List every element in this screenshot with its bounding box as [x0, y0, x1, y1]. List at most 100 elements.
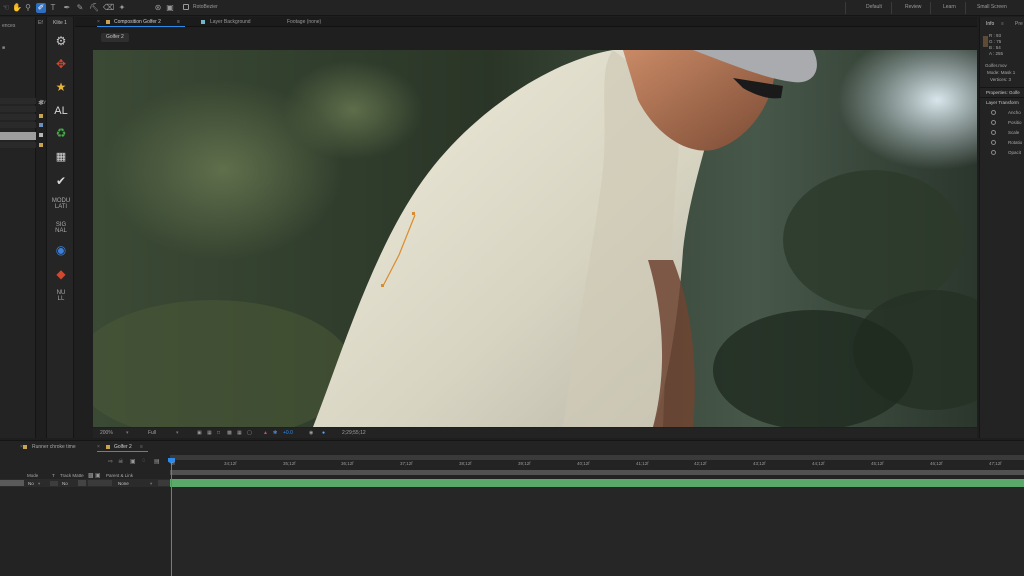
shy-icon[interactable]: ☠ [118, 458, 123, 465]
prop-opacity[interactable]: Opacit [1008, 150, 1021, 155]
mask-visibility-icon[interactable]: □ [217, 430, 220, 436]
view-options-icon[interactable]: ▢ [247, 430, 252, 436]
composition-viewer[interactable] [93, 50, 977, 427]
motion-blur-icon[interactable]: ◌ [142, 458, 146, 464]
workspace-small-screen[interactable]: Small Screen [977, 4, 1007, 10]
tab-footage[interactable]: Footage (none) [287, 19, 321, 25]
target-icon[interactable]: ◆ [47, 268, 75, 280]
chevron-down-icon[interactable]: ▾ [126, 430, 129, 436]
layer-duration-bar[interactable] [170, 479, 1024, 487]
work-area-bar[interactable] [170, 455, 1024, 460]
parent-dropdown[interactable]: None [118, 481, 129, 486]
frame-blend-icon[interactable]: ▣ [130, 458, 136, 465]
project-row[interactable] [0, 142, 36, 148]
matte-selector[interactable] [78, 480, 86, 486]
tab-preview[interactable]: Pre [1015, 21, 1023, 27]
exposure-reset-icon[interactable]: ✻ [273, 430, 277, 436]
globe-icon[interactable]: ◉ [47, 244, 75, 256]
guides-icon[interactable]: ▩ [227, 430, 232, 436]
recycle-icon[interactable]: ♻ [47, 127, 75, 139]
roto-brush-tool-icon[interactable]: ✐ [36, 3, 46, 13]
layer-name-field[interactable] [0, 480, 24, 486]
expand-arrows-icon[interactable]: ✥ [47, 58, 75, 70]
info-blue: B : 54 [989, 45, 1001, 50]
project-row[interactable] [0, 122, 36, 128]
project-item[interactable]: ■ [2, 45, 5, 51]
resolution-dropdown[interactable]: Full [148, 430, 156, 436]
graph-editor-icon[interactable]: ▤ [154, 458, 160, 465]
null-button[interactable]: NU LL [47, 290, 75, 302]
chevron-down-icon[interactable]: ▾ [176, 430, 179, 436]
prop-anchor[interactable]: Ancho [1008, 110, 1021, 115]
brush-tool-icon[interactable]: ✎ [75, 3, 85, 13]
puppet-tool-icon[interactable]: ✦ [117, 3, 127, 13]
parent-pickwhip[interactable] [88, 480, 112, 486]
tool-option-icon[interactable]: ⊛ [153, 3, 163, 13]
camera-icon[interactable]: ▦ [47, 151, 75, 163]
transparency-grid-icon[interactable]: ▦ [207, 430, 212, 436]
hand-tool-icon[interactable]: ✋ [12, 3, 22, 13]
stopwatch-icon[interactable] [991, 140, 996, 145]
signal-button[interactable]: SIG NAL [47, 222, 75, 234]
layer-mode-dropdown[interactable]: No [28, 481, 34, 486]
stopwatch-icon[interactable] [991, 120, 996, 125]
align-button[interactable]: AL [47, 105, 75, 117]
eraser-tool-icon[interactable]: ⌫ [103, 3, 114, 13]
grid-icon[interactable]: ▦ [237, 430, 242, 436]
preserve-transparency-toggle[interactable] [50, 481, 58, 486]
prop-rotation[interactable]: Rotatio [1008, 140, 1022, 145]
comp-switches-icon[interactable]: ⇨ [108, 458, 113, 465]
rotobezier-checkbox[interactable] [183, 4, 189, 10]
lightbulb-icon[interactable]: ★ [47, 81, 75, 93]
checkmark-icon[interactable]: ✔ [47, 175, 75, 187]
stopwatch-icon[interactable] [991, 110, 996, 115]
gear-icon[interactable]: ⚙ [47, 35, 75, 47]
clone-stamp-tool-icon[interactable]: ⛏ [89, 3, 99, 13]
tab-info[interactable]: Info [986, 21, 994, 27]
track-matte-dropdown[interactable]: No [62, 481, 68, 486]
render-queue-hint[interactable]: Runner chroke time [32, 444, 76, 450]
modulation-label-line2: LATI [54, 204, 68, 210]
snapshot-camera-icon[interactable]: ◉ [309, 430, 313, 436]
layer-options[interactable] [158, 480, 170, 486]
klite-tab[interactable]: Klite 1 [53, 20, 67, 26]
prop-scale[interactable]: Scale [1008, 130, 1019, 135]
tab-menu-icon[interactable]: ≡ [140, 444, 143, 450]
chevron-down-icon[interactable]: ▾ [150, 481, 152, 487]
tool-option2-icon[interactable]: ▣ [165, 3, 175, 13]
signal-label-line2: NAL [55, 228, 67, 234]
time-navigator[interactable] [170, 470, 1024, 475]
current-time-indicator[interactable] [171, 459, 172, 576]
current-timecode[interactable]: 2;29;55;12 [342, 430, 366, 436]
type-tool-icon[interactable]: T [48, 3, 58, 13]
close-icon[interactable]: × [97, 19, 100, 25]
workspace-default[interactable]: Default [866, 4, 882, 10]
tab-menu-icon[interactable]: ≡ [177, 19, 180, 25]
info-menu-icon[interactable]: ≡ [1001, 21, 1004, 27]
project-row[interactable] [0, 98, 36, 104]
modulation-button[interactable]: MODU LATI [47, 198, 75, 210]
project-row[interactable] [0, 114, 36, 120]
prop-position[interactable]: Positio [1008, 120, 1022, 125]
effects-tab[interactable]: Ef [38, 20, 43, 26]
color-channel-icon[interactable]: ▲ [263, 430, 268, 436]
close-icon[interactable]: × [97, 444, 100, 450]
project-row[interactable] [0, 106, 36, 112]
workspace-review[interactable]: Review [905, 4, 921, 10]
exposure-value[interactable]: +0.0 [283, 430, 293, 436]
show-snapshot-icon[interactable]: ● [322, 430, 325, 436]
zoom-tool-icon[interactable]: ⚲ [23, 3, 33, 13]
tab-layer[interactable]: Layer Background [210, 19, 251, 25]
stopwatch-icon[interactable] [991, 130, 996, 135]
zoom-dropdown[interactable]: 200% [100, 430, 113, 436]
tab-golfer-2-timeline[interactable]: Golfer 2 [114, 444, 132, 450]
tab-composition[interactable]: Composition Golfer 2 [114, 19, 161, 25]
pen-tool-icon[interactable]: ✒ [62, 3, 72, 13]
region-of-interest-icon[interactable]: ▣ [197, 430, 202, 436]
chevron-down-icon[interactable]: ▾ [38, 481, 40, 487]
project-row-selected[interactable] [0, 132, 36, 140]
comp-breadcrumb[interactable]: Golfer 2 [101, 33, 129, 42]
workspace-learn[interactable]: Learn [943, 4, 956, 10]
stopwatch-icon[interactable] [991, 150, 996, 155]
selection-tool-icon[interactable]: ☜ [1, 3, 11, 13]
